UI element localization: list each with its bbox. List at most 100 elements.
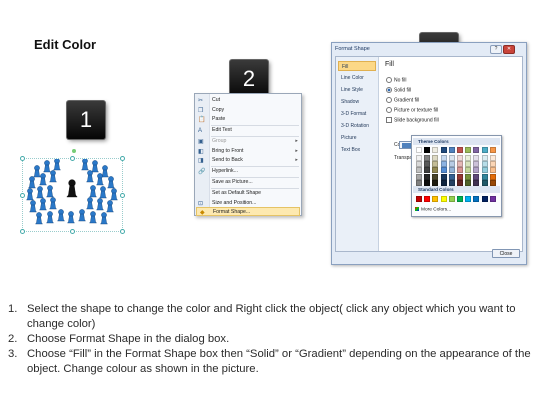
color-swatch[interactable] [465, 179, 472, 186]
color-swatch[interactable] [457, 196, 463, 202]
menu-item-bring-to-front[interactable]: ◧ Bring to Front ▸ [195, 147, 301, 156]
color-swatch[interactable] [465, 167, 472, 174]
menu-item-save-as-picture[interactable]: Save as Picture... [195, 178, 301, 187]
sidebar-item-picture[interactable]: Picture [338, 133, 376, 143]
menu-item-copy[interactable]: ❐ Copy [195, 106, 301, 115]
color-swatch[interactable] [448, 155, 455, 161]
color-swatch[interactable] [432, 147, 439, 153]
color-swatch[interactable] [416, 173, 422, 180]
color-swatch[interactable] [416, 196, 422, 202]
color-swatch[interactable] [481, 161, 488, 168]
color-swatch[interactable] [416, 167, 422, 174]
sidebar-item-3d-format[interactable]: 3-D Format [338, 109, 376, 119]
color-swatch[interactable] [481, 147, 488, 153]
color-swatch[interactable] [432, 155, 439, 161]
sidebar-item-3d-rotation[interactable]: 3-D Rotation [338, 121, 376, 131]
color-swatch[interactable] [440, 161, 447, 168]
color-swatch[interactable] [416, 147, 422, 153]
color-swatch[interactable] [489, 179, 496, 186]
selected-shape[interactable] [20, 149, 125, 234]
color-swatch[interactable] [489, 196, 496, 202]
sidebar-item-line-style[interactable]: Line Style [338, 85, 376, 95]
gradient-fill-radio[interactable]: Gradient fill [386, 97, 419, 103]
color-swatch[interactable] [448, 179, 455, 186]
no-fill-radio[interactable]: No fill [386, 77, 407, 83]
color-swatch[interactable] [416, 179, 422, 186]
sidebar-item-line-color[interactable]: Line Color [338, 73, 376, 83]
color-swatch[interactable] [473, 147, 480, 153]
color-swatch[interactable] [465, 147, 472, 153]
color-swatch[interactable] [432, 167, 439, 174]
close-button[interactable]: Close [492, 249, 520, 258]
close-x-button[interactable]: ✕ [503, 45, 515, 54]
color-swatch[interactable] [440, 196, 447, 202]
color-swatch[interactable] [457, 161, 463, 168]
color-swatch[interactable] [481, 179, 488, 186]
color-swatch[interactable] [473, 155, 480, 161]
color-swatch[interactable] [473, 196, 480, 202]
color-swatch[interactable] [465, 161, 472, 168]
color-swatch[interactable] [432, 179, 439, 186]
menu-item-cut[interactable]: ✂ Cut [195, 96, 301, 105]
menu-item-edit-text[interactable]: A Edit Text [195, 126, 301, 135]
sidebar-item-fill[interactable]: Fill [338, 61, 376, 71]
color-swatch[interactable] [432, 196, 439, 202]
color-swatch[interactable] [457, 179, 463, 186]
color-swatch[interactable] [440, 155, 447, 161]
color-swatch[interactable] [424, 179, 431, 186]
color-swatch[interactable] [448, 147, 455, 153]
color-swatch[interactable] [465, 173, 472, 180]
color-swatch[interactable] [457, 173, 463, 180]
color-swatch[interactable] [448, 173, 455, 180]
color-swatch[interactable] [424, 167, 431, 174]
rotate-handle[interactable] [72, 149, 76, 153]
color-swatch[interactable] [424, 196, 431, 202]
menu-item-format-shape[interactable]: ◆ Format Shape... [196, 207, 300, 217]
solid-fill-radio[interactable]: Solid fill [386, 87, 411, 93]
sidebar-item-text-box[interactable]: Text Box [338, 145, 376, 155]
menu-item-paste[interactable]: 📋 Paste [195, 115, 301, 124]
color-swatch[interactable] [448, 167, 455, 174]
color-swatch[interactable] [432, 161, 439, 168]
color-swatch[interactable] [416, 155, 422, 161]
more-colors-link[interactable]: More Colors... [415, 207, 451, 212]
slide-background-checkbox[interactable]: Slide background fill [386, 117, 439, 123]
color-swatch[interactable] [440, 173, 447, 180]
color-swatch[interactable] [424, 161, 431, 168]
color-swatch[interactable] [489, 155, 496, 161]
color-swatch[interactable] [481, 155, 488, 161]
color-swatch[interactable] [424, 147, 431, 153]
menu-item-hyperlink[interactable]: 🔗 Hyperlink... [195, 167, 301, 176]
sidebar-item-shadow[interactable]: Shadow [338, 97, 376, 107]
color-swatch[interactable] [424, 155, 431, 161]
color-swatch[interactable] [489, 161, 496, 168]
color-swatch[interactable] [481, 167, 488, 174]
menu-item-send-to-back[interactable]: ◨ Send to Back ▸ [195, 156, 301, 165]
color-swatch[interactable] [473, 173, 480, 180]
color-swatch[interactable] [432, 173, 439, 180]
color-swatch[interactable] [448, 161, 455, 168]
menu-item-set-default-shape[interactable]: Set as Default Shape [195, 189, 301, 198]
color-swatch[interactable] [473, 167, 480, 174]
color-swatch[interactable] [448, 196, 455, 202]
color-swatch[interactable] [457, 147, 463, 153]
color-swatch[interactable] [473, 179, 480, 186]
color-swatch[interactable] [440, 167, 447, 174]
color-swatch[interactable] [465, 196, 472, 202]
color-swatch[interactable] [489, 173, 496, 180]
color-swatch[interactable] [457, 167, 463, 174]
color-swatch[interactable] [424, 173, 431, 180]
color-swatch[interactable] [457, 155, 463, 161]
menu-item-group[interactable]: ▣ Group ▸ [195, 137, 301, 146]
color-swatch[interactable] [440, 147, 447, 153]
color-swatch[interactable] [440, 179, 447, 186]
picture-fill-radio[interactable]: Picture or texture fill [386, 107, 438, 113]
color-swatch[interactable] [489, 147, 496, 153]
color-swatch[interactable] [481, 173, 488, 180]
color-swatch[interactable] [473, 161, 480, 168]
color-swatch[interactable] [489, 167, 496, 174]
color-swatch[interactable] [481, 196, 488, 202]
color-swatch[interactable] [465, 155, 472, 161]
color-swatch[interactable] [416, 161, 422, 168]
help-button[interactable]: ? [490, 45, 502, 54]
